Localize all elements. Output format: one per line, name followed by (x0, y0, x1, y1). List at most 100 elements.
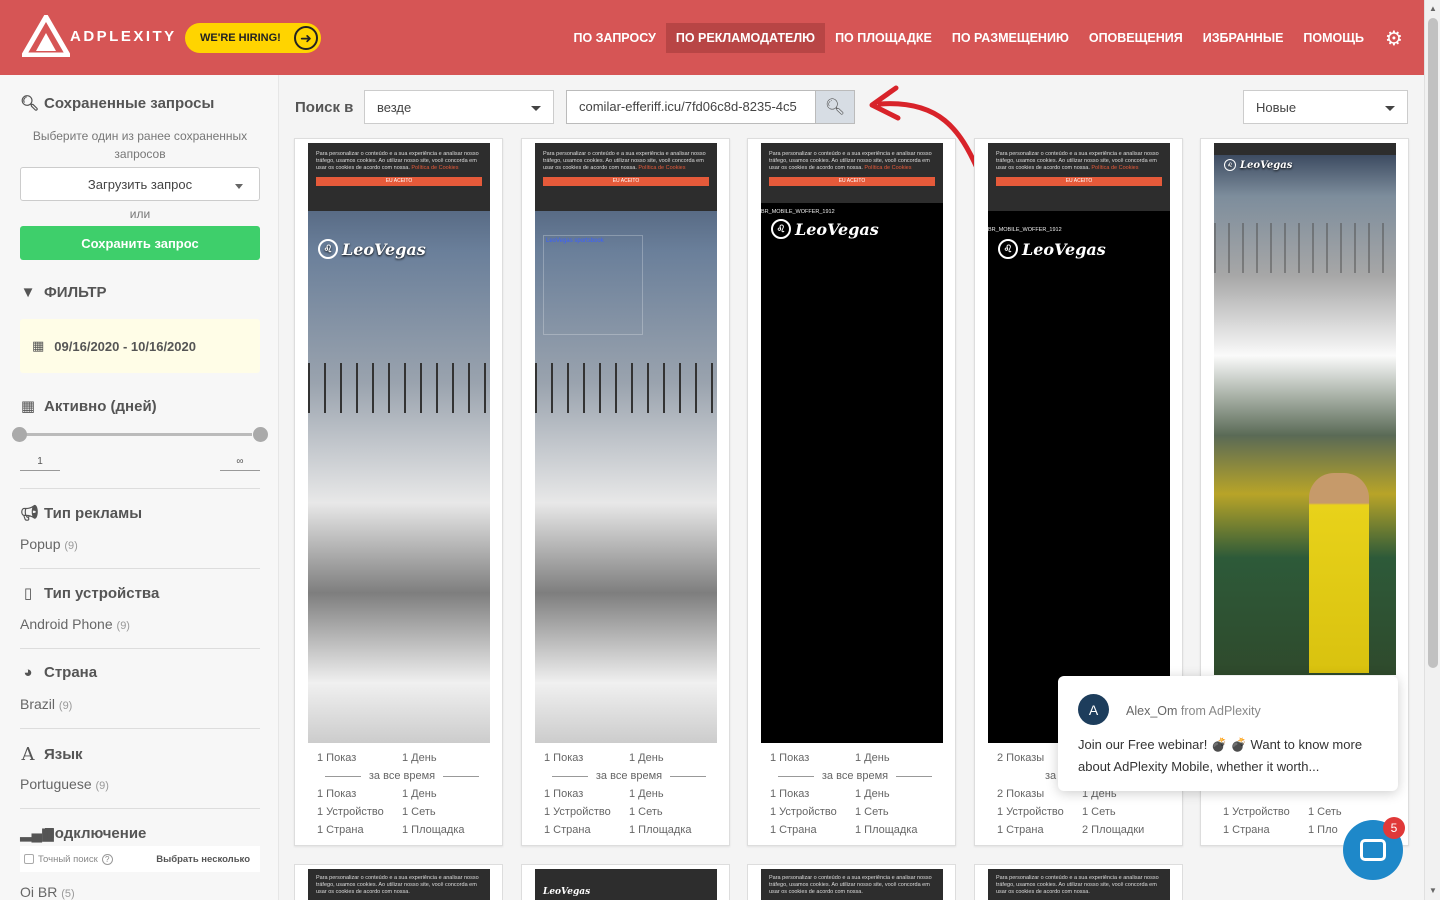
device-type-option[interactable]: Android Phone (9) (20, 616, 130, 632)
chat-launcher-button[interactable]: 5 (1343, 817, 1405, 880)
ad-thumbnail[interactable]: Para personalizar o conteúdo e a sua exp… (308, 143, 490, 743)
date-range-picker[interactable]: ▦ 09/16/2020 - 10/16/2020 (20, 319, 260, 373)
ad-thumbnail[interactable]: LeoVegas (535, 869, 717, 900)
countries: 1 Страна (1223, 824, 1270, 836)
save-query-button[interactable]: Сохранить запрос (20, 226, 260, 260)
cookie-link: Política de Cookies (411, 165, 459, 171)
accept-button: EU ACEITO (769, 177, 935, 186)
connection-options-row: Точный поиск ? Выбрать несколько (20, 846, 260, 872)
ad-card[interactable]: Para personalizar o conteúdo e a sua exp… (294, 138, 503, 846)
exact-search-checkbox[interactable]: Точный поиск ? (24, 853, 113, 865)
brand-name: LeoVegas (543, 887, 591, 897)
shows: 1 Показ (770, 788, 810, 800)
range-max-input[interactable]: ∞ (220, 456, 260, 471)
select-multiple-link[interactable]: Выбрать несколько (156, 854, 250, 865)
globe-icon: ◕ (23, 664, 33, 681)
ad-card[interactable]: Para personalizar o conteúdo e a sua exp… (294, 864, 503, 900)
logo-text[interactable]: ADPLEXITY (70, 28, 177, 45)
ad-thumbnail[interactable]: Para personalizar o conteúdo e a sua exp… (308, 869, 490, 900)
search-button[interactable]: 🔍︎ (815, 90, 855, 124)
ad-type-title[interactable]: 📢︎ Тип рекламы (20, 504, 142, 523)
ad-type-option[interactable]: Popup (9) (20, 536, 78, 552)
ad-thumbnail[interactable]: Para personalizar o conteúdo e a sua exp… (761, 869, 943, 900)
search-scope-select[interactable]: везде (364, 90, 554, 124)
divider (20, 488, 260, 489)
accept-button: EU ACEITO (316, 177, 482, 186)
shows: 1 Показ (544, 752, 584, 764)
divider (20, 648, 260, 649)
campaign-code: BR_MOBILE_WOFFER_1912 (761, 209, 835, 215)
all-time-label: за (1045, 770, 1057, 782)
load-query-dropdown[interactable]: Загрузить запрос (20, 167, 260, 201)
networks: 1 Сеть (1308, 806, 1342, 818)
broken-image-frame: LeoVegas sportsbook (543, 235, 643, 335)
networks: 1 Сеть (402, 806, 436, 818)
country-title[interactable]: ◕ Страна (20, 664, 97, 681)
country-value: Brazil (20, 696, 56, 712)
ad-thumbnail[interactable]: Para personalizar o conteúdo e a sua exp… (535, 143, 717, 743)
help-icon[interactable]: ? (101, 853, 113, 865)
nav-by-advertiser[interactable]: ПО РЕКЛАМОДАТЕЛЮ (665, 23, 826, 53)
nav-by-placement[interactable]: ПО РАЗМЕЩЕНИЮ (942, 23, 1079, 53)
all-time-label: за все время (368, 770, 436, 782)
search-scope-value: везде (377, 99, 412, 115)
scrollbar-thumb[interactable] (1428, 18, 1438, 668)
ad-type-count: (9) (64, 540, 78, 552)
ad-card[interactable]: Para personalizar o conteúdo e a sua exp… (974, 864, 1183, 900)
scroll-down-icon[interactable]: ▼ (1429, 886, 1437, 895)
nav-favorites[interactable]: ИЗБРАННЫЕ (1193, 23, 1294, 53)
placements: 1 Площадка (629, 824, 692, 836)
phone-icon: ▯ (23, 585, 33, 602)
ad-card[interactable]: Para personalizar o conteúdo e a sua exp… (747, 864, 956, 900)
ad-card[interactable]: Para personalizar o conteúdo e a sua exp… (747, 138, 956, 846)
devices: 1 Устройство (544, 806, 611, 818)
chat-icon (1360, 839, 1386, 861)
language-title[interactable]: A Язык (20, 744, 83, 765)
country-option[interactable]: Brazil (9) (20, 696, 72, 712)
chat-message-popup[interactable]: A Alex_Om from AdPlexity Join our Free w… (1058, 676, 1398, 791)
stadium-stripes (1214, 223, 1396, 273)
slider-max-handle[interactable] (253, 427, 268, 442)
lion-icon: ♌︎ (998, 239, 1018, 259)
device-type-label: Тип устройства (44, 584, 160, 602)
filter-icon: ▼ (20, 284, 36, 301)
ad-thumbnail[interactable]: ♌︎ LeoVegas (1214, 143, 1396, 675)
search-icon: 🔍︎ (20, 95, 40, 112)
nav-alerts[interactable]: ОПОВЕЩЕНИЯ (1079, 23, 1193, 53)
active-days-slider[interactable] (12, 426, 268, 442)
range-min-input[interactable]: 1 (20, 456, 60, 471)
connection-label: Подключение (44, 824, 147, 842)
search-icon: 🔍︎ (824, 99, 846, 116)
devices: 1 Устройство (770, 806, 837, 818)
search-input[interactable]: comilar-efferiff.icu/7fd06c8d-8235-4c5 (566, 90, 816, 124)
ad-thumbnail[interactable]: Para personalizar o conteúdo e a sua exp… (988, 143, 1170, 743)
gear-icon[interactable]: ⚙ (1382, 26, 1406, 51)
adplexity-logo-icon[interactable] (22, 15, 70, 57)
checkbox-box[interactable] (24, 854, 34, 864)
scroll-up-icon[interactable]: ▲ (1429, 4, 1437, 13)
player-figure (1309, 473, 1369, 673)
sort-select[interactable]: Новые (1243, 90, 1408, 124)
slider-min-handle[interactable] (12, 427, 27, 442)
connection-option[interactable]: Oi BR (5) (20, 884, 75, 900)
nav-by-query[interactable]: ПО ЗАПРОСУ (563, 23, 665, 53)
nav-help[interactable]: ПОМОЩЬ (1293, 23, 1374, 53)
shows: 1 Показ (317, 788, 357, 800)
hiring-button[interactable]: WE'RE HIRING! ➜ (185, 23, 321, 53)
shows: 1 Показ (544, 788, 584, 800)
days: 1 День (402, 752, 437, 764)
ad-thumbnail[interactable]: Para personalizar o conteúdo e a sua exp… (761, 143, 943, 743)
nav-by-site[interactable]: ПО ПЛОЩАДКЕ (825, 23, 942, 53)
cookie-link: Política de Cookies (1091, 165, 1139, 171)
ad-card[interactable]: LeoVegas (521, 864, 730, 900)
device-type-title[interactable]: ▯ Тип устройства (20, 584, 160, 603)
ad-card[interactable]: Para personalizar o conteúdo e a sua exp… (521, 138, 730, 846)
lion-icon: ♌︎ (318, 239, 338, 259)
language-option[interactable]: Portuguese (9) (20, 776, 109, 792)
connection-title[interactable]: ▂▄▆ Подключение (20, 824, 147, 843)
filter-title: ▼ ФИЛЬТР (20, 284, 107, 301)
language-count: (9) (95, 780, 109, 792)
all-time-label: за все время (821, 770, 889, 782)
ad-thumbnail[interactable]: Para personalizar o conteúdo e a sua exp… (988, 869, 1170, 900)
page-scrollbar[interactable]: ▲ ▼ (1424, 0, 1440, 900)
